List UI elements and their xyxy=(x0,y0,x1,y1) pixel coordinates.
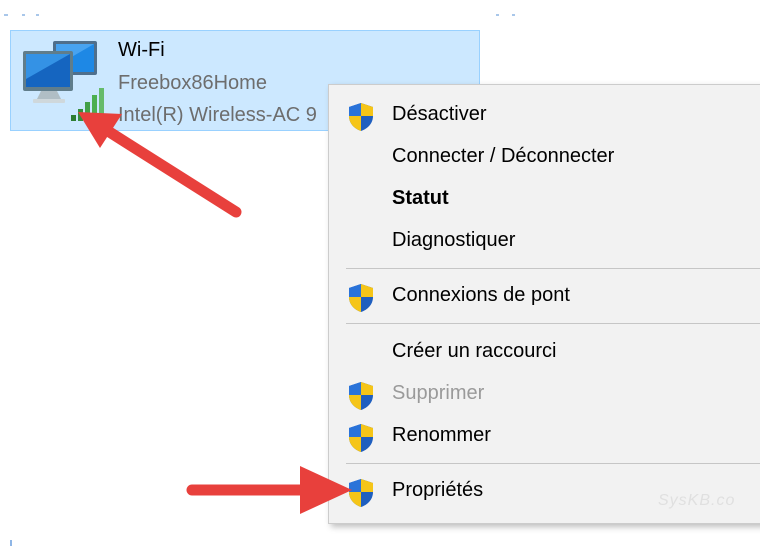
menu-item-label: Renommer xyxy=(392,424,491,446)
uac-shield-icon xyxy=(349,382,373,410)
menu-item-label: Créer un raccourci xyxy=(392,340,557,362)
corner-tick xyxy=(36,14,39,16)
adapter-ssid: Freebox86Home xyxy=(118,72,267,94)
menu-separator xyxy=(346,268,760,269)
corner-tick xyxy=(4,14,8,16)
corner-tick xyxy=(22,14,25,16)
menu-item-supprimer[interactable]: Supprimer xyxy=(329,374,760,416)
menu-separator xyxy=(346,463,760,464)
menu-item-label: Connecter / Déconnecter xyxy=(392,145,615,167)
menu-item-label: Désactiver xyxy=(392,103,487,125)
menu-item-label: Connexions de pont xyxy=(392,284,570,306)
menu-item-renommer[interactable]: Renommer xyxy=(329,416,760,458)
adapter-name: Wi-Fi xyxy=(118,39,165,61)
uac-shield-icon xyxy=(349,284,373,312)
corner-tick xyxy=(496,14,499,16)
menu-item-creer-raccourci[interactable]: Créer un raccourci xyxy=(329,332,760,374)
menu-separator xyxy=(346,323,760,324)
uac-shield-icon xyxy=(349,103,373,131)
menu-item-connecter[interactable]: Connecter / Déconnecter xyxy=(329,137,760,179)
corner-tick xyxy=(10,540,12,546)
context-menu: Désactiver Connecter / Déconnecter Statu… xyxy=(328,84,760,524)
watermark: SysKB.co xyxy=(658,492,736,509)
menu-item-statut[interactable]: Statut xyxy=(329,179,760,221)
menu-item-label: Statut xyxy=(392,187,449,209)
red-arrow-icon xyxy=(186,466,352,514)
menu-item-connexions-de-pont[interactable]: Connexions de pont xyxy=(329,276,760,318)
corner-tick xyxy=(512,14,515,16)
menu-item-label: Diagnostiquer xyxy=(392,229,516,251)
menu-item-desactiver[interactable]: Désactiver xyxy=(329,95,760,137)
uac-shield-icon xyxy=(349,424,373,452)
red-arrow-icon xyxy=(78,112,242,218)
menu-item-label: Propriétés xyxy=(392,479,484,501)
menu-item-diagnostiquer[interactable]: Diagnostiquer xyxy=(329,221,760,263)
menu-item-label: Supprimer xyxy=(392,382,485,404)
